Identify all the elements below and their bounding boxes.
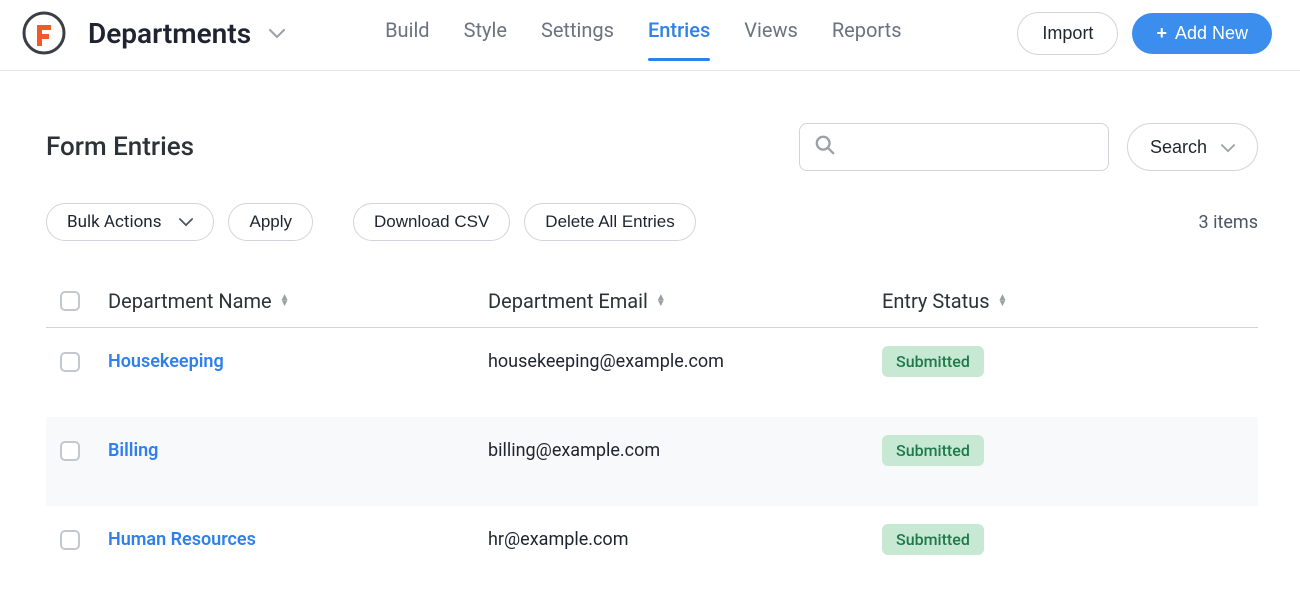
chevron-down-icon xyxy=(1221,137,1235,158)
bulk-actions-label: Bulk Actions xyxy=(67,212,161,232)
items-count: 3 items xyxy=(1199,212,1258,233)
col-entry-status[interactable]: Entry Status ▲▼ xyxy=(882,289,1250,313)
entry-email: billing@example.com xyxy=(488,440,882,461)
search-button-label: Search xyxy=(1150,137,1207,158)
nav-settings[interactable]: Settings xyxy=(541,10,614,56)
col-department-email[interactable]: Department Email ▲▼ xyxy=(488,289,882,313)
table-row: Human Resources hr@example.com Submitted xyxy=(46,506,1258,595)
sort-icon: ▲▼ xyxy=(656,295,666,307)
entry-name-link[interactable]: Housekeeping xyxy=(108,351,224,372)
page-title: Form Entries xyxy=(46,132,194,162)
table-row: Housekeeping housekeeping@example.com Su… xyxy=(46,328,1258,417)
apply-button[interactable]: Apply xyxy=(228,203,313,241)
search-box[interactable] xyxy=(799,123,1109,171)
logo-icon[interactable] xyxy=(22,11,66,55)
action-row: Bulk Actions Apply Download CSV Delete A… xyxy=(46,203,1258,241)
form-switcher[interactable]: Departments xyxy=(88,17,285,50)
nav-tabs: Build Style Settings Entries Views Repor… xyxy=(385,10,901,56)
entry-email: hr@example.com xyxy=(488,529,882,550)
chevron-down-icon xyxy=(179,212,193,232)
entry-name-link[interactable]: Billing xyxy=(108,440,158,461)
select-all-checkbox[interactable] xyxy=(60,291,80,311)
header-actions: Import + Add New xyxy=(1017,12,1272,55)
nav-style[interactable]: Style xyxy=(464,10,507,56)
download-csv-button[interactable]: Download CSV xyxy=(353,203,510,241)
row-checkbox[interactable] xyxy=(60,530,80,550)
bulk-actions-select[interactable]: Bulk Actions xyxy=(46,203,214,241)
row-checkbox[interactable] xyxy=(60,441,80,461)
table-header: Department Name ▲▼ Department Email ▲▼ E… xyxy=(46,275,1258,328)
table-row: Billing billing@example.com Submitted xyxy=(46,417,1258,506)
search-button[interactable]: Search xyxy=(1127,123,1258,171)
sort-icon: ▲▼ xyxy=(280,295,290,307)
delete-all-button[interactable]: Delete All Entries xyxy=(524,203,695,241)
app-header: Departments Build Style Settings Entries… xyxy=(0,0,1300,71)
content-area: Form Entries Search Bulk Actions Appl xyxy=(0,71,1300,595)
entry-email: housekeeping@example.com xyxy=(488,351,882,372)
nav-views[interactable]: Views xyxy=(744,10,798,56)
nav-build[interactable]: Build xyxy=(385,10,430,56)
form-name: Departments xyxy=(88,17,251,50)
row-checkbox[interactable] xyxy=(60,352,80,372)
nav-entries[interactable]: Entries xyxy=(648,10,710,56)
status-badge: Submitted xyxy=(882,346,984,377)
status-badge: Submitted xyxy=(882,435,984,466)
search-input[interactable] xyxy=(846,137,1094,157)
chevron-down-icon xyxy=(269,23,285,44)
entries-table: Department Name ▲▼ Department Email ▲▼ E… xyxy=(46,275,1258,595)
entry-name-link[interactable]: Human Resources xyxy=(108,529,256,550)
add-new-label: Add New xyxy=(1175,23,1248,44)
status-badge: Submitted xyxy=(882,524,984,555)
nav-reports[interactable]: Reports xyxy=(832,10,902,56)
sort-icon: ▲▼ xyxy=(998,295,1008,307)
plus-icon: + xyxy=(1156,23,1167,44)
search-icon xyxy=(814,134,836,160)
add-new-button[interactable]: + Add New xyxy=(1132,13,1272,54)
import-button[interactable]: Import xyxy=(1017,12,1118,55)
col-department-name[interactable]: Department Name ▲▼ xyxy=(108,289,488,313)
